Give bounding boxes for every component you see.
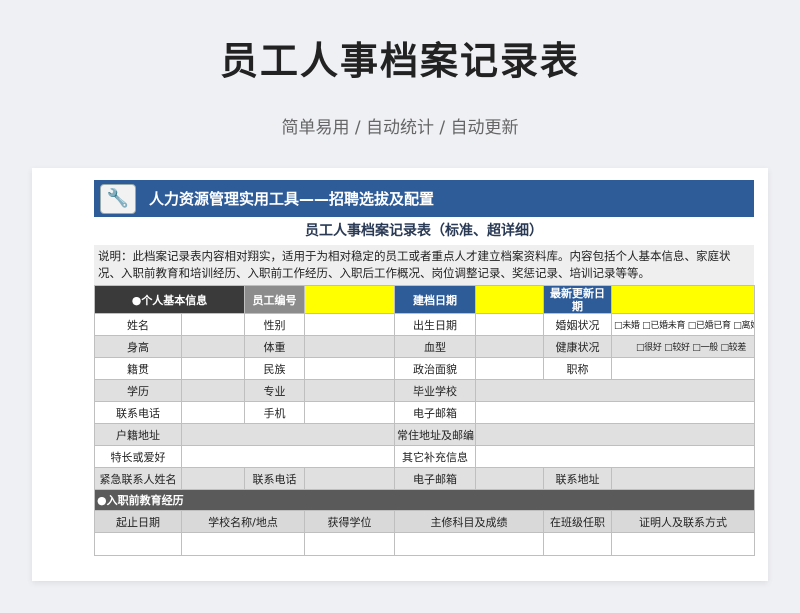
column-header: 学校名称/地点 [180,510,306,533]
table-row: 籍贯 民族 政治面貌 职称 [94,357,756,380]
cell-label: 常住地址及邮编 [394,423,477,446]
section-education: ●入职前教育经历 [93,489,756,511]
tool-banner: 🔧 人力资源管理实用工具——招聘选拔及配置 [94,180,754,217]
sheet-title: 员工人事档案记录表（标准、超详细） [305,223,543,239]
table-row: 户籍地址 常住地址及邮编 [94,423,756,446]
birth-input[interactable] [475,313,545,336]
column-header: 起止日期 [94,510,182,533]
blood-input[interactable] [475,335,545,358]
cell-label: 学历 [94,379,182,402]
emp-no-label: 员工编号 [244,285,306,314]
cell-label: 民族 [244,357,306,380]
political-input[interactable] [475,357,545,380]
table-row [94,532,756,556]
cell-label: 体重 [244,335,306,358]
other-input[interactable] [475,445,756,468]
table-row: 姓名 性别 出生日期 婚姻状况 □未婚 □已婚未育 □已婚已育 □离婚 [94,313,756,336]
file-date-label: 建档日期 [394,285,477,314]
sheet-description: 说明：此档案记录表内容相对翔实，适用于为相对稳定的员工或者重点人才建立档案资料库… [94,245,754,285]
health-options[interactable]: □很好 □较好 □一般 □较差 [611,335,756,358]
name-input[interactable] [180,313,246,336]
cell-label: 专业 [244,379,306,402]
em-phone-input[interactable] [304,467,396,490]
column-header: 获得学位 [304,510,396,533]
email-input[interactable] [475,401,756,424]
file-date-input[interactable] [475,285,545,314]
emp-no-input[interactable] [304,285,396,314]
education-input[interactable] [180,379,246,402]
column-header: 主修科目及成绩 [394,510,545,533]
cell-label: 联系电话 [94,401,182,424]
column-header: 在班级任职 [543,510,613,533]
cell-label: 手机 [244,401,306,424]
section-basic-info: ●个人基本信息 [93,285,246,314]
major-input[interactable] [304,379,396,402]
spreadsheet: 🔧 人力资源管理实用工具——招聘选拔及配置 员工人事档案记录表（标准、超详细） … [93,180,756,556]
edu-cell[interactable] [543,532,613,556]
cell-label: 电子邮箱 [394,401,477,424]
title-input[interactable] [611,357,756,380]
table-row: 身高 体重 血型 健康状况 □很好 □较好 □一般 □较差 [94,335,756,358]
cell-label: 其它补充信息 [394,445,477,468]
cell-label: 户籍地址 [94,423,182,446]
page-title: 员工人事档案记录表 [219,39,580,83]
cell-label: 籍贯 [94,357,182,380]
hukou-input[interactable] [180,423,396,446]
edu-cell[interactable] [180,532,306,556]
cell-label: 出生日期 [394,313,477,336]
table-row: ●个人基本信息 员工编号 建档日期 最新更新日期 [93,285,756,314]
last-update-input[interactable] [611,285,756,314]
cell-label: 电子邮箱 [394,467,477,490]
table-row: 学历 专业 毕业学校 [94,379,756,402]
ethnicity-input[interactable] [304,357,396,380]
em-email-input[interactable] [475,467,545,490]
emergency-input[interactable] [180,467,246,490]
table-row: 紧急联系人姓名 联系电话 电子邮箱 联系地址 [94,467,756,490]
cell-label: 特长或爱好 [94,445,182,468]
height-input[interactable] [180,335,246,358]
cell-label: 联系电话 [244,467,306,490]
phone-input[interactable] [180,401,246,424]
banner-title: 人力资源管理实用工具——招聘选拔及配置 [149,190,435,208]
cell-label: 血型 [394,335,477,358]
edu-cell[interactable] [304,532,396,556]
table-row: ●入职前教育经历 [93,489,756,511]
hobby-input[interactable] [180,445,396,468]
cell-label: 紧急联系人姓名 [94,467,182,490]
cell-label: 职称 [543,357,613,380]
cell-label: 联系地址 [543,467,613,490]
marital-options[interactable]: □未婚 □已婚未育 □已婚已育 □离婚 [611,313,756,336]
cell-label: 性别 [244,313,306,336]
edu-cell[interactable] [94,532,182,556]
last-update-label: 最新更新日期 [543,285,613,314]
address-input[interactable] [475,423,756,446]
edu-cell[interactable] [611,532,756,556]
school-input[interactable] [475,379,756,402]
table-row: 起止日期 学校名称/地点 获得学位 主修科目及成绩 在班级任职 证明人及联系方式 [94,510,756,533]
weight-input[interactable] [304,335,396,358]
origin-input[interactable] [180,357,246,380]
table-row: 联系电话 手机 电子邮箱 [94,401,756,424]
table-row: 特长或爱好 其它补充信息 [94,445,756,468]
column-header: 证明人及联系方式 [611,510,756,533]
edu-cell[interactable] [394,532,545,556]
cell-label: 姓名 [94,313,182,336]
cell-label: 毕业学校 [394,379,477,402]
record-table: ●个人基本信息 员工编号 建档日期 最新更新日期 姓名 性别 出生日期 婚姻状况… [93,285,756,556]
cell-label: 婚姻状况 [543,313,613,336]
cell-label: 政治面貌 [394,357,477,380]
cell-label: 身高 [94,335,182,358]
cell-label: 健康状况 [543,335,613,358]
gender-input[interactable] [304,313,396,336]
mobile-input[interactable] [304,401,396,424]
page-subtitle: 简单易用 / 自动统计 / 自动更新 [281,118,519,138]
preview-card: 🔧 人力资源管理实用工具——招聘选拔及配置 员工人事档案记录表（标准、超详细） … [32,168,768,581]
em-address-input[interactable] [611,467,756,490]
wrench-icon: 🔧 [100,184,136,214]
